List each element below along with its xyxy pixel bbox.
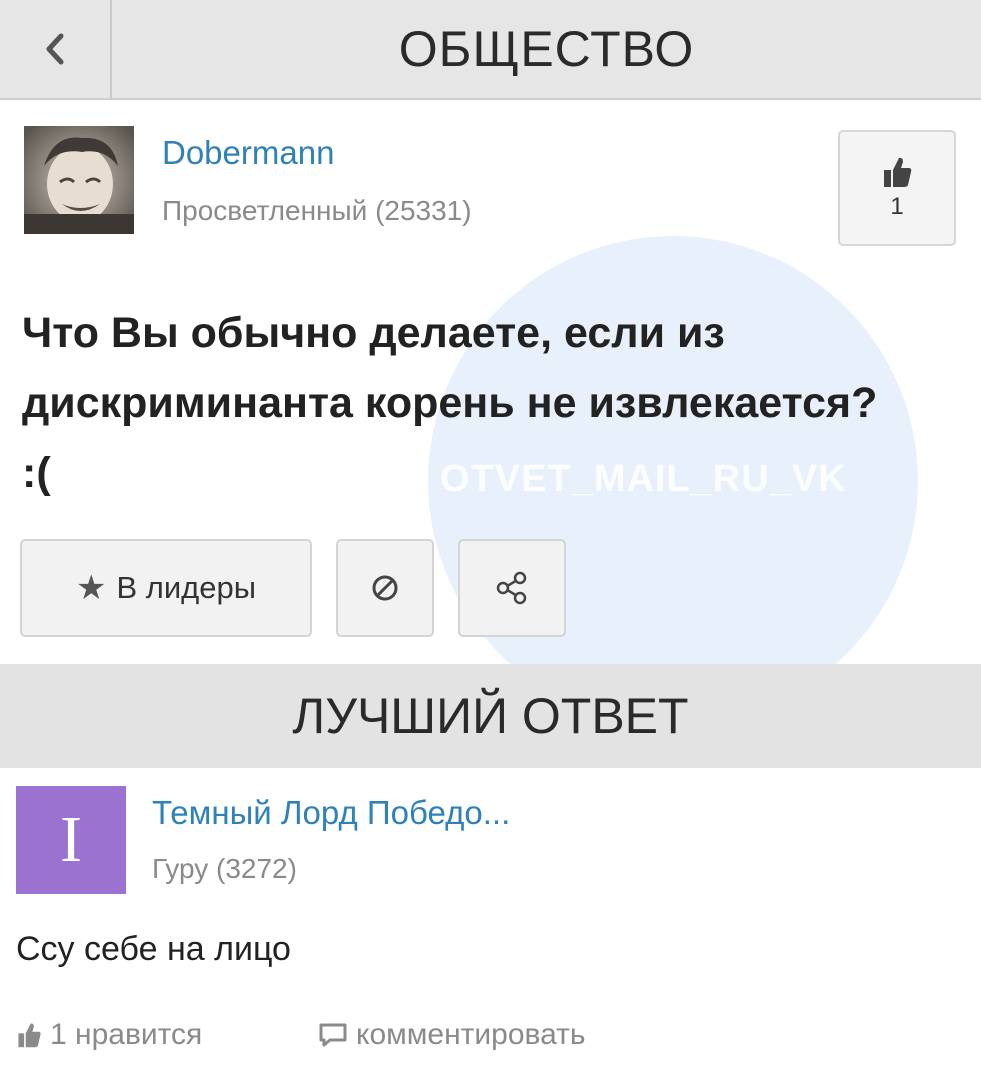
page-title: ОБЩЕСТВО [398, 21, 695, 77]
author-rank: Просветленный (25331) [162, 195, 472, 226]
like-count: 1 [890, 193, 904, 220]
to-leaders-label: В лидеры [116, 570, 257, 605]
back-button[interactable] [0, 0, 112, 98]
comment-icon [319, 1023, 347, 1047]
like-button[interactable]: 1 [838, 130, 956, 246]
answer-text: Ссу себе на лицо [16, 930, 291, 968]
answer-avatar[interactable]: I [16, 786, 126, 894]
block-button[interactable] [336, 539, 434, 637]
to-leaders-button[interactable]: ★ В лидеры [20, 539, 312, 637]
answer-like-label: 1 нравится [50, 1018, 203, 1051]
share-button[interactable] [458, 539, 566, 637]
block-icon [372, 575, 398, 601]
thumbs-up-icon [884, 157, 912, 187]
thumbs-up-icon [18, 1023, 41, 1048]
star-icon: ★ [75, 569, 107, 607]
comment-label: комментировать [356, 1018, 586, 1051]
watermark-text: OTVET_MAIL_RU_VK [440, 458, 847, 500]
author-name[interactable]: Dobermann [162, 134, 334, 172]
answer-like-button[interactable]: 1 нравится [16, 1018, 202, 1052]
avatar[interactable] [24, 126, 134, 234]
answer-author-rank: Гуру (3272) [152, 853, 297, 884]
comment-button[interactable]: комментировать [318, 1018, 586, 1052]
chevron-left-icon [46, 33, 64, 65]
best-answer-header: ЛУЧШИЙ ОТВЕТ [0, 664, 981, 768]
top-bar: ОБЩЕСТВО [0, 0, 981, 100]
share-icon [496, 571, 527, 605]
answer-author-name[interactable]: Темный Лорд Победо... [152, 794, 510, 832]
